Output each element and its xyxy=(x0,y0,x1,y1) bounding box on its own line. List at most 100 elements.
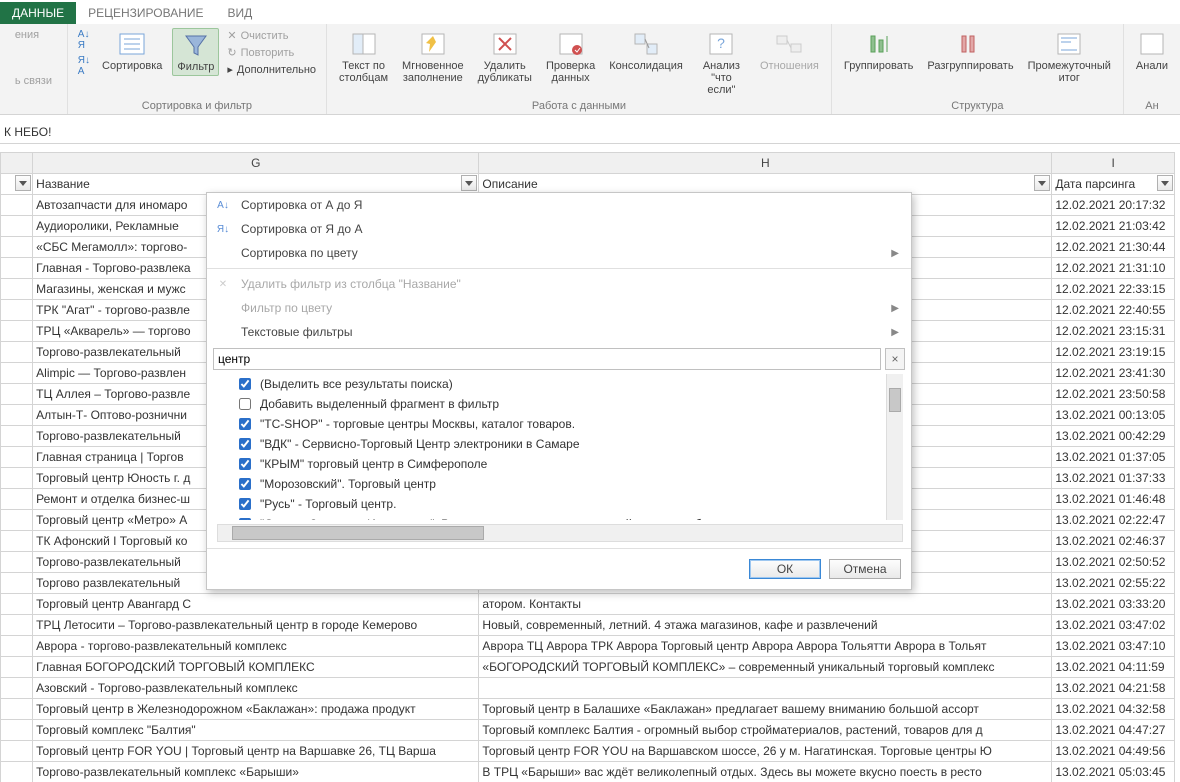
flash-fill-button[interactable]: Мгновенное заполнение xyxy=(398,28,468,86)
cell-date[interactable]: 13.02.2021 03:33:20 xyxy=(1052,594,1175,615)
cell[interactable] xyxy=(1,300,33,321)
data-analysis-button[interactable]: Анали xyxy=(1132,28,1172,74)
cell-date[interactable]: 13.02.2021 03:47:10 xyxy=(1052,636,1175,657)
edit-links-button[interactable]: ь связи xyxy=(13,74,54,88)
cell-date[interactable]: 13.02.2021 00:42:29 xyxy=(1052,426,1175,447)
cell[interactable] xyxy=(1,405,33,426)
filter-value-item[interactable]: (Выделить все результаты поиска) xyxy=(217,374,903,394)
table-row[interactable]: Главная БОГОРОДСКИЙ ТОРГОВЫЙ КОМПЛЕКС«БО… xyxy=(1,657,1175,678)
cell[interactable] xyxy=(1,216,33,237)
table-row[interactable]: Торговый центр в Железнодорожном «Баклаж… xyxy=(1,699,1175,720)
reapply-button[interactable]: ↻ Повторить xyxy=(225,45,318,60)
cell[interactable] xyxy=(1,279,33,300)
cell[interactable] xyxy=(1,363,33,384)
sort-desc-button[interactable]: Я↓А xyxy=(76,54,92,78)
cell-date[interactable]: 12.02.2021 23:50:58 xyxy=(1052,384,1175,405)
cell-date[interactable]: 12.02.2021 22:40:55 xyxy=(1052,300,1175,321)
cell[interactable] xyxy=(1,573,33,594)
sort-button[interactable]: Сортировка xyxy=(98,28,166,74)
cell-date[interactable]: 12.02.2021 20:17:32 xyxy=(1052,195,1175,216)
table-row[interactable]: Торговый центр Авангард Сатором. Контакт… xyxy=(1,594,1175,615)
cell[interactable] xyxy=(1,594,33,615)
cell[interactable] xyxy=(1,762,33,782)
text-to-columns-button[interactable]: Текст по столбцам xyxy=(335,28,392,86)
cell-date[interactable]: 12.02.2021 23:41:30 xyxy=(1052,363,1175,384)
filter-value-item[interactable]: "TC-SHOP" - торговые центры Москвы, ката… xyxy=(217,414,903,434)
col-header-h[interactable]: H xyxy=(479,153,1052,174)
tab-review[interactable]: РЕЦЕНЗИРОВАНИЕ xyxy=(76,2,215,24)
cell-date[interactable]: 12.02.2021 23:15:31 xyxy=(1052,321,1175,342)
menu-sort-desc[interactable]: Я↓ Сортировка от Я до А xyxy=(207,217,911,241)
filter-value-checkbox[interactable] xyxy=(239,458,251,470)
cell-date[interactable]: 13.02.2021 04:32:58 xyxy=(1052,699,1175,720)
cell-date[interactable]: 12.02.2021 21:03:42 xyxy=(1052,216,1175,237)
cell-desc[interactable]: Аврора ТЦ Аврора ТРК Аврора Торговый цен… xyxy=(479,636,1052,657)
cell-title[interactable]: Азовский - Торгово-развлекательный компл… xyxy=(33,678,479,699)
cell-desc[interactable] xyxy=(479,678,1052,699)
cell[interactable] xyxy=(1,195,33,216)
cell-date[interactable]: 13.02.2021 01:46:48 xyxy=(1052,489,1175,510)
ok-button[interactable]: ОК xyxy=(749,559,821,579)
cell-date[interactable]: 12.02.2021 21:31:10 xyxy=(1052,258,1175,279)
filter-value-checkbox[interactable] xyxy=(239,438,251,450)
cell-date[interactable]: 13.02.2021 01:37:33 xyxy=(1052,468,1175,489)
vertical-scrollbar[interactable] xyxy=(886,374,903,520)
cell-date[interactable]: 12.02.2021 21:30:44 xyxy=(1052,237,1175,258)
cell-desc[interactable]: Новый, современный, летний. 4 этажа мага… xyxy=(479,615,1052,636)
cell-date[interactable]: 13.02.2021 02:46:37 xyxy=(1052,531,1175,552)
filter-value-checkbox[interactable] xyxy=(239,498,251,510)
cell[interactable] xyxy=(1,741,33,762)
table-row[interactable]: Торгово-развлекательный комплекс «Барыши… xyxy=(1,762,1175,782)
cell-date[interactable]: 13.02.2021 01:37:05 xyxy=(1052,447,1175,468)
menu-filter-color[interactable]: Фильтр по цвету ▶ xyxy=(207,296,911,320)
cell[interactable] xyxy=(1,699,33,720)
cell-date[interactable]: 12.02.2021 22:33:15 xyxy=(1052,279,1175,300)
cell[interactable] xyxy=(1,342,33,363)
filter-button[interactable]: Фильтр xyxy=(172,28,219,76)
cell[interactable] xyxy=(1,531,33,552)
filter-value-item[interactable]: "КРЫМ" торговый центр в Симферополе xyxy=(217,454,903,474)
filter-value-checkbox[interactable] xyxy=(239,518,251,520)
row-corner[interactable] xyxy=(1,153,33,174)
cell-date[interactable]: 13.02.2021 04:11:59 xyxy=(1052,657,1175,678)
cell-date[interactable]: 13.02.2021 04:21:58 xyxy=(1052,678,1175,699)
col-header-g[interactable]: G xyxy=(33,153,479,174)
cell[interactable] xyxy=(1,258,33,279)
cell-date[interactable]: 13.02.2021 02:22:47 xyxy=(1052,510,1175,531)
filter-value-checkbox[interactable] xyxy=(239,418,251,430)
filter-value-item[interactable]: "Морозовский". Торговый центр xyxy=(217,474,903,494)
table-row[interactable]: Торговый комплекс "Балтия"Торговый компл… xyxy=(1,720,1175,741)
cell[interactable] xyxy=(1,657,33,678)
whatif-button[interactable]: ? Анализ "что если" xyxy=(693,28,750,98)
filter-value-checkbox[interactable] xyxy=(239,378,251,390)
cell-desc[interactable]: Торговый центр в Балашихе «Баклажан» пре… xyxy=(479,699,1052,720)
refresh-connections-button[interactable]: ения xyxy=(13,28,54,42)
menu-text-filters[interactable]: Текстовые фильтры ▶ xyxy=(207,320,911,344)
table-row[interactable]: Азовский - Торгово-развлекательный компл… xyxy=(1,678,1175,699)
filter-dropdown-icon[interactable] xyxy=(15,175,31,191)
filter-dropdown-icon[interactable] xyxy=(1034,175,1050,191)
menu-sort-color[interactable]: Сортировка по цвету ▶ xyxy=(207,241,911,265)
horizontal-scrollbar[interactable] xyxy=(217,524,903,542)
filter-value-item[interactable]: "Русь" - Торговый центр. xyxy=(217,494,903,514)
filter-value-list[interactable]: (Выделить все результаты поиска)Добавить… xyxy=(217,374,903,520)
sort-asc-button[interactable]: А↓Я xyxy=(76,28,92,52)
cell-desc[interactable]: В ТРЦ «Барыши» вас ждёт великолепный отд… xyxy=(479,762,1052,782)
cell-date[interactable]: 13.02.2021 00:13:05 xyxy=(1052,405,1175,426)
cell-date[interactable]: 13.02.2021 04:47:27 xyxy=(1052,720,1175,741)
cell-title[interactable]: Торговый центр FOR YOU | Торговый центр … xyxy=(33,741,479,762)
cell-title[interactable]: Торгово-развлекательный комплекс «Барыши… xyxy=(33,762,479,782)
cell[interactable] xyxy=(1,237,33,258)
cell[interactable] xyxy=(1,468,33,489)
cell[interactable] xyxy=(1,426,33,447)
filter-value-checkbox[interactable] xyxy=(239,478,251,490)
filter-value-item[interactable]: "ВДК" - Сервисно-Торговый Центр электрон… xyxy=(217,434,903,454)
clear-search-button[interactable]: × xyxy=(885,348,905,370)
cell[interactable] xyxy=(1,636,33,657)
cancel-button[interactable]: Отмена xyxy=(829,559,901,579)
cell-date[interactable]: 13.02.2021 03:47:02 xyxy=(1052,615,1175,636)
table-row[interactable]: Аврора - торгово-развлекательный комплек… xyxy=(1,636,1175,657)
data-validation-button[interactable]: Проверка данных xyxy=(542,28,599,86)
cell-desc[interactable]: «БОГОРОДСКИЙ ТОРГОВЫЙ КОМПЛЕКС» – соврем… xyxy=(479,657,1052,678)
ungroup-button[interactable]: Разгруппировать xyxy=(923,28,1017,74)
